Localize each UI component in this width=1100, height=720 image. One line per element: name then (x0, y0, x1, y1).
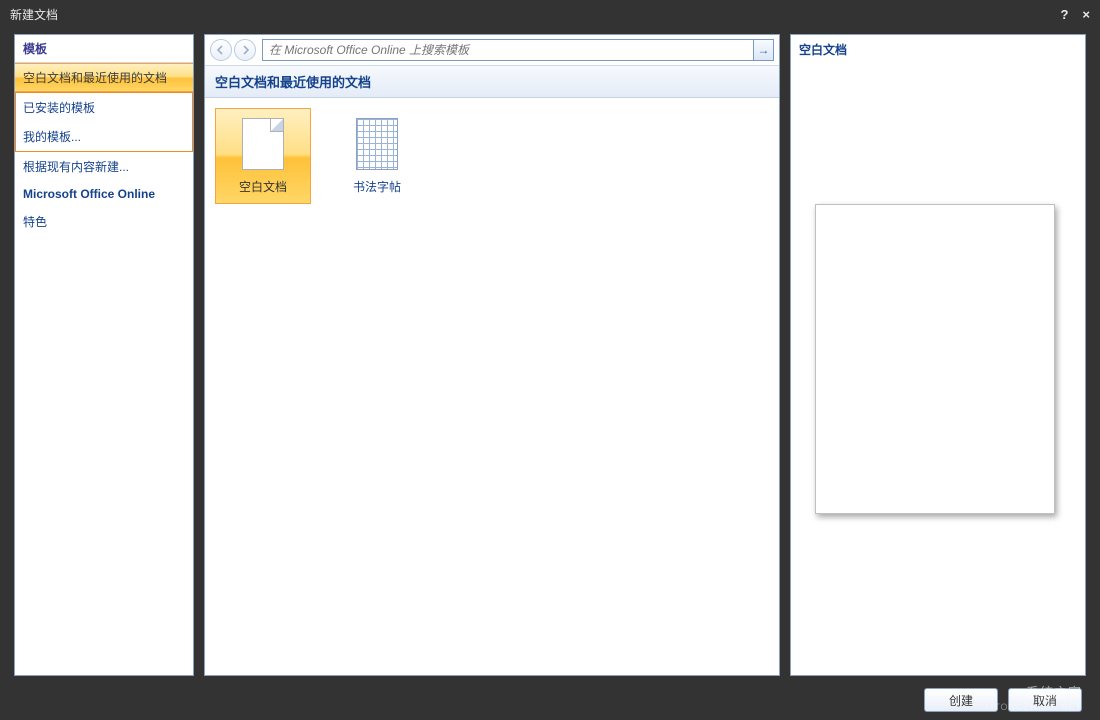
main-area: 模板 空白文档和最近使用的文档 已安装的模板 我的模板... 根据现有内容新建.… (14, 34, 1086, 676)
toolbar: → (205, 35, 779, 66)
preview-title: 空白文档 (791, 35, 1085, 64)
sidebar-item-label: 我的模板... (23, 130, 81, 144)
template-label: 书法字帖 (353, 178, 401, 195)
template-blank-document[interactable]: 空白文档 (215, 108, 311, 204)
titlebar-controls: ? × (1060, 7, 1090, 22)
nav-buttons (210, 39, 256, 61)
preview-page (815, 204, 1055, 514)
template-grid: 空白文档 书法字帖 (205, 98, 779, 214)
center-panel: → 空白文档和最近使用的文档 空白文档 书法字帖 (204, 34, 780, 676)
sidebar-item-label: 根据现有内容新建... (23, 160, 129, 174)
sidebar-item-blank-recent[interactable]: 空白文档和最近使用的文档 (15, 63, 193, 92)
sidebar-highlight-group: 已安装的模板 我的模板... (15, 92, 193, 152)
arrow-right-icon (240, 45, 250, 55)
create-button[interactable]: 创建 (924, 688, 998, 712)
close-icon[interactable]: × (1082, 7, 1090, 22)
document-icon (242, 118, 284, 170)
sidebar-item-installed-templates[interactable]: 已安装的模板 (16, 93, 192, 122)
sidebar-item-new-from-existing[interactable]: 根据现有内容新建... (15, 152, 193, 181)
sidebar-list: 空白文档和最近使用的文档 已安装的模板 我的模板... 根据现有内容新建... … (15, 63, 193, 236)
sidebar-section-heading: Microsoft Office Online (15, 181, 193, 207)
template-calligraphy[interactable]: 书法字帖 (329, 108, 425, 204)
help-icon[interactable]: ? (1060, 7, 1068, 22)
sidebar: 模板 空白文档和最近使用的文档 已安装的模板 我的模板... 根据现有内容新建.… (14, 34, 194, 676)
search-input[interactable] (263, 40, 753, 60)
sidebar-item-my-templates[interactable]: 我的模板... (16, 122, 192, 151)
titlebar: 新建文档 ? × (0, 0, 1100, 28)
preview-panel: 空白文档 (790, 34, 1086, 676)
window-title: 新建文档 (10, 6, 58, 23)
search-wrap: → (262, 39, 774, 61)
sidebar-item-label: 特色 (23, 215, 47, 229)
preview-body (791, 64, 1085, 675)
nav-forward-button[interactable] (234, 39, 256, 61)
template-label: 空白文档 (239, 178, 287, 195)
sidebar-item-label: 空白文档和最近使用的文档 (23, 71, 167, 85)
arrow-left-icon (216, 45, 226, 55)
section-header: 空白文档和最近使用的文档 (205, 66, 779, 98)
arrow-right-icon: → (758, 43, 770, 57)
nav-back-button[interactable] (210, 39, 232, 61)
footer: 创建 取消 (0, 680, 1100, 720)
sidebar-header: 模板 (15, 35, 193, 63)
sidebar-item-featured[interactable]: 特色 (15, 207, 193, 236)
sidebar-item-label: 已安装的模板 (23, 101, 95, 115)
search-go-button[interactable]: → (753, 40, 773, 60)
grid-icon (356, 118, 398, 170)
cancel-button[interactable]: 取消 (1008, 688, 1082, 712)
